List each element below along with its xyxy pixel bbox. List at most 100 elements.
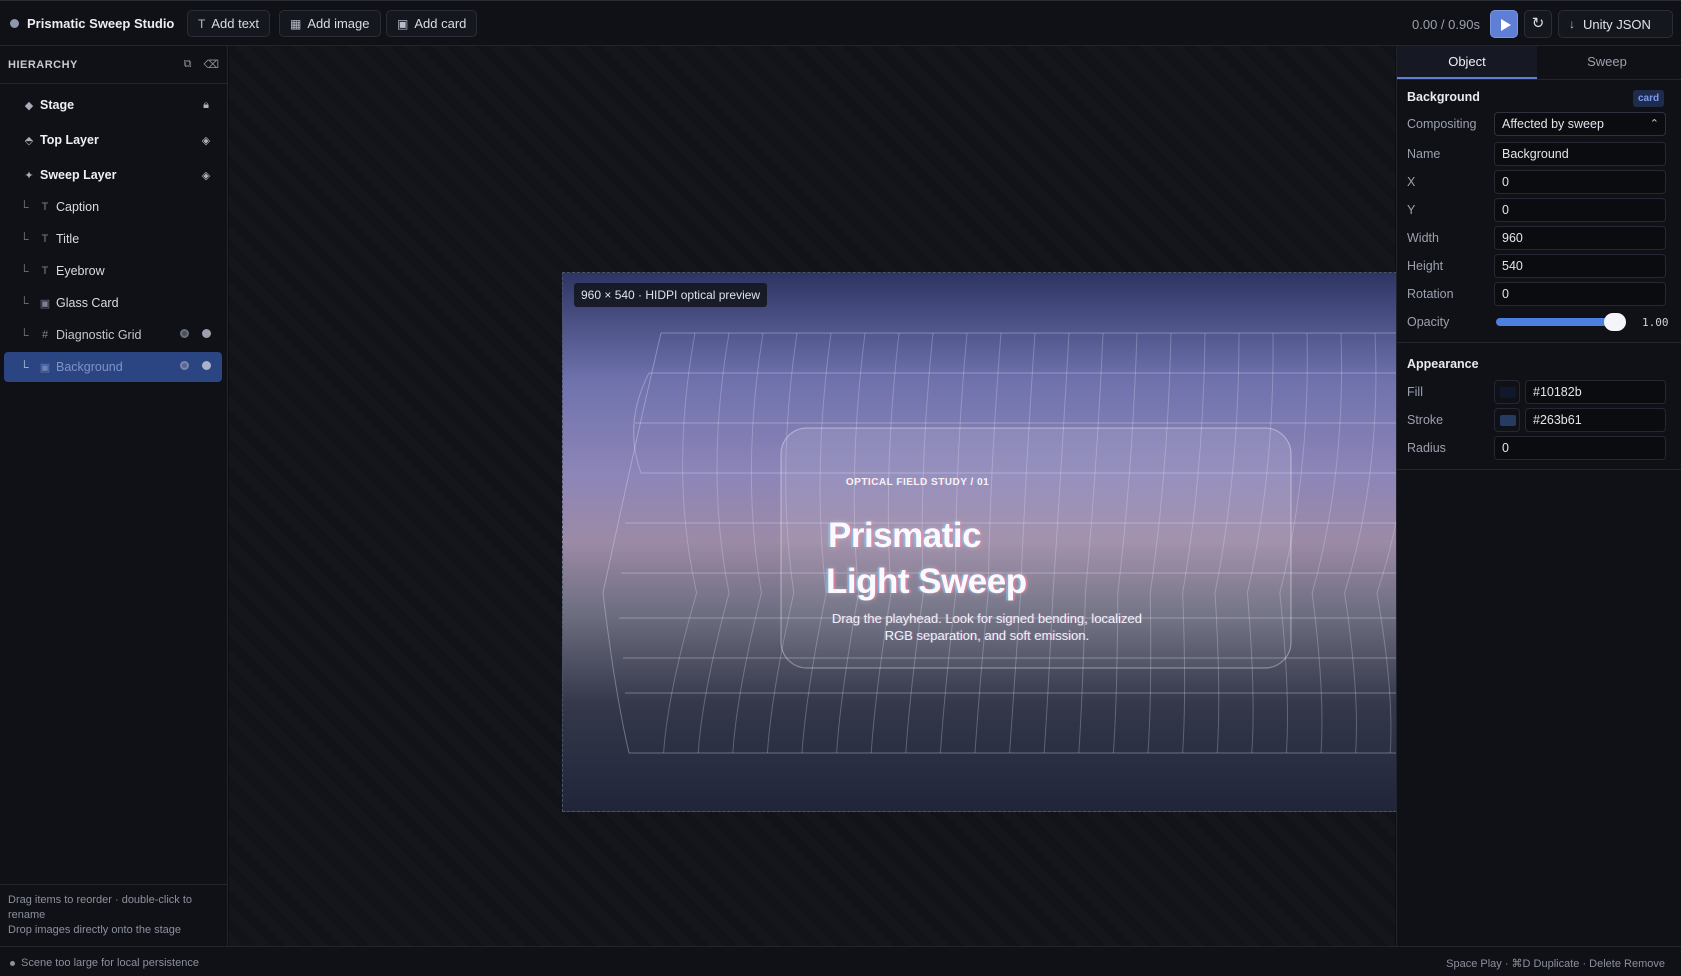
diamond-icon[interactable]: ◈ [198, 169, 214, 182]
diamond-icon[interactable]: ◈ [198, 134, 214, 147]
export-unity-json-button[interactable]: ↓ Unity JSON [1558, 10, 1673, 38]
hierarchy-header: HIERARCHY ⧉ ⌫ [0, 46, 227, 84]
status-message: Scene too large for local persistence [21, 957, 199, 969]
radius-input[interactable]: 0 [1494, 436, 1666, 460]
stage-viewport[interactable]: 960 × 540 · HIDPI optical preview OPTICA… [229, 46, 1522, 946]
x-value: 0 [1502, 175, 1509, 189]
hierarchy-item-stage[interactable]: ◆ Stage 🔒︎ [4, 90, 222, 120]
rotation-input[interactable]: 0 [1494, 282, 1666, 306]
add-image-button[interactable]: ▦ Add image [279, 10, 381, 37]
lock-icon[interactable]: 🔒︎ [198, 99, 214, 112]
opacity-slider[interactable] [1496, 313, 1626, 331]
width-input[interactable]: 960 [1494, 226, 1666, 250]
hierarchy-item-label: Background [56, 360, 123, 374]
reset-icon: ↻ [1531, 15, 1545, 32]
stroke-color-swatch[interactable] [1494, 408, 1520, 432]
x-row: X 0 [1407, 170, 1672, 194]
hierarchy-item-title[interactable]: └ T Title [4, 224, 222, 254]
playhead-time: 0.00 / 0.90s [1412, 17, 1480, 32]
download-icon: ↓ [1569, 17, 1575, 31]
width-label: Width [1407, 231, 1439, 245]
add-card-button[interactable]: ▣ Add card [386, 10, 478, 37]
text-icon: T [41, 265, 49, 277]
duplicate-icon[interactable]: ⧉ [184, 58, 192, 71]
tab-sweep[interactable]: Sweep [1537, 46, 1677, 79]
opacity-value: 1.00 [1642, 315, 1669, 329]
hierarchy-item-top-layer[interactable]: ⬘ Top Layer ◈ [4, 125, 222, 155]
compositing-value: Affected by sweep [1502, 117, 1604, 131]
tree-branch-icon: └ [20, 296, 29, 310]
image-icon: ▦ [290, 16, 302, 31]
stage-canvas[interactable]: 960 × 540 · HIDPI optical preview OPTICA… [562, 272, 1522, 812]
hierarchy-item-label: Eyebrow [56, 264, 105, 278]
tree-branch-icon: └ [20, 200, 29, 214]
y-input[interactable]: 0 [1494, 198, 1666, 222]
stage-title-line1[interactable]: Prismatic [828, 516, 982, 556]
rotation-label: Rotation [1407, 287, 1454, 301]
tree-branch-icon: └ [20, 264, 29, 278]
add-card-label: Add card [414, 16, 467, 31]
opacity-label: Opacity [1407, 315, 1450, 329]
compositing-select[interactable]: Affected by sweep ⌃ [1494, 112, 1666, 136]
x-input[interactable]: 0 [1494, 170, 1666, 194]
radius-label: Radius [1407, 441, 1446, 455]
top-bar: Prismatic Sweep Studio T Add text ▦ Add … [0, 0, 1681, 46]
stage-eyebrow-text[interactable]: OPTICAL FIELD STUDY / 01 [846, 477, 989, 488]
y-row: Y 0 [1407, 198, 1672, 222]
hierarchy-item-label: Sweep Layer [40, 168, 117, 182]
stroke-color-input[interactable]: #263b61 [1525, 408, 1666, 432]
width-value: 960 [1502, 231, 1523, 245]
grid-icon: # [41, 329, 49, 341]
keyboard-shortcuts: Space Play · ⌘D Duplicate · Delete Remov… [1446, 958, 1665, 970]
stroke-row: Stroke #263b61 [1407, 408, 1672, 432]
visibility-icon[interactable] [176, 329, 192, 341]
add-text-label: Add text [211, 16, 260, 31]
lock-toggle-icon[interactable] [198, 329, 214, 341]
tree-branch-icon: └ [20, 232, 29, 246]
hierarchy-item-label: Glass Card [56, 296, 119, 310]
height-row: Height 540 [1407, 254, 1672, 278]
fill-color-swatch[interactable] [1494, 380, 1520, 404]
status-message-group: Scene too large for local persistence [10, 957, 199, 969]
tab-object[interactable]: Object [1397, 46, 1537, 79]
hierarchy-item-label: Caption [56, 200, 100, 214]
inspector-tabs: Object Sweep [1397, 46, 1681, 80]
name-input[interactable]: Background [1494, 142, 1666, 166]
object-type-badge: card [1633, 90, 1665, 107]
sparkle-icon: ✦ [24, 169, 34, 182]
brand-logo-icon [10, 19, 19, 28]
status-bar: Scene too large for local persistence Sp… [0, 946, 1681, 976]
opacity-slider-handle[interactable] [1604, 313, 1626, 331]
card-icon: ▣ [397, 16, 409, 31]
height-input[interactable]: 540 [1494, 254, 1666, 278]
delete-icon[interactable]: ⌫ [203, 58, 219, 71]
tree-branch-icon: └ [20, 360, 29, 374]
hierarchy-item-caption[interactable]: └ T Caption [4, 192, 222, 222]
footer-hint-drop: Drop images directly onto the stage [8, 924, 182, 936]
footer-hint-reorder: Drag items to reorder · double-click to … [8, 894, 193, 921]
hierarchy-item-eyebrow[interactable]: └ T Eyebrow [4, 256, 222, 286]
name-row: Name Background [1407, 142, 1672, 166]
play-button[interactable] [1490, 10, 1518, 38]
y-label: Y [1407, 203, 1416, 217]
visibility-icon[interactable] [176, 361, 192, 373]
app-brand: Prismatic Sweep Studio [10, 16, 174, 31]
card-icon: ▣ [39, 297, 51, 310]
stage-caption-text[interactable]: Drag the playhead. Look for signed bendi… [827, 610, 1147, 644]
radius-value: 0 [1502, 441, 1509, 455]
hierarchy-item-label: Stage [40, 98, 75, 112]
stage-title-line2[interactable]: Light Sweep [826, 562, 1027, 602]
hierarchy-item-background[interactable]: └ ▣ Background [4, 352, 222, 382]
reset-button[interactable]: ↻ [1524, 10, 1552, 38]
hierarchy-item-glass-card[interactable]: └ ▣ Glass Card [4, 288, 222, 318]
hierarchy-item-label: Top Layer [40, 133, 99, 147]
fill-color-input[interactable]: #10182b [1525, 380, 1666, 404]
app-title: Prismatic Sweep Studio [27, 16, 175, 31]
text-icon: T [41, 233, 49, 245]
hierarchy-item-diagnostic-grid[interactable]: └ # Diagnostic Grid [4, 320, 222, 350]
hierarchy-panel: HIERARCHY ⧉ ⌫ ◆ Stage 🔒︎ ⬘ Top Layer ◈ ✦… [0, 46, 228, 946]
add-text-button[interactable]: T Add text [187, 10, 271, 37]
lock-toggle-icon[interactable] [198, 361, 214, 373]
hierarchy-item-sweep-layer[interactable]: ✦ Sweep Layer ◈ [4, 160, 222, 190]
chevron-updown-icon: ⌃ [1649, 118, 1659, 130]
